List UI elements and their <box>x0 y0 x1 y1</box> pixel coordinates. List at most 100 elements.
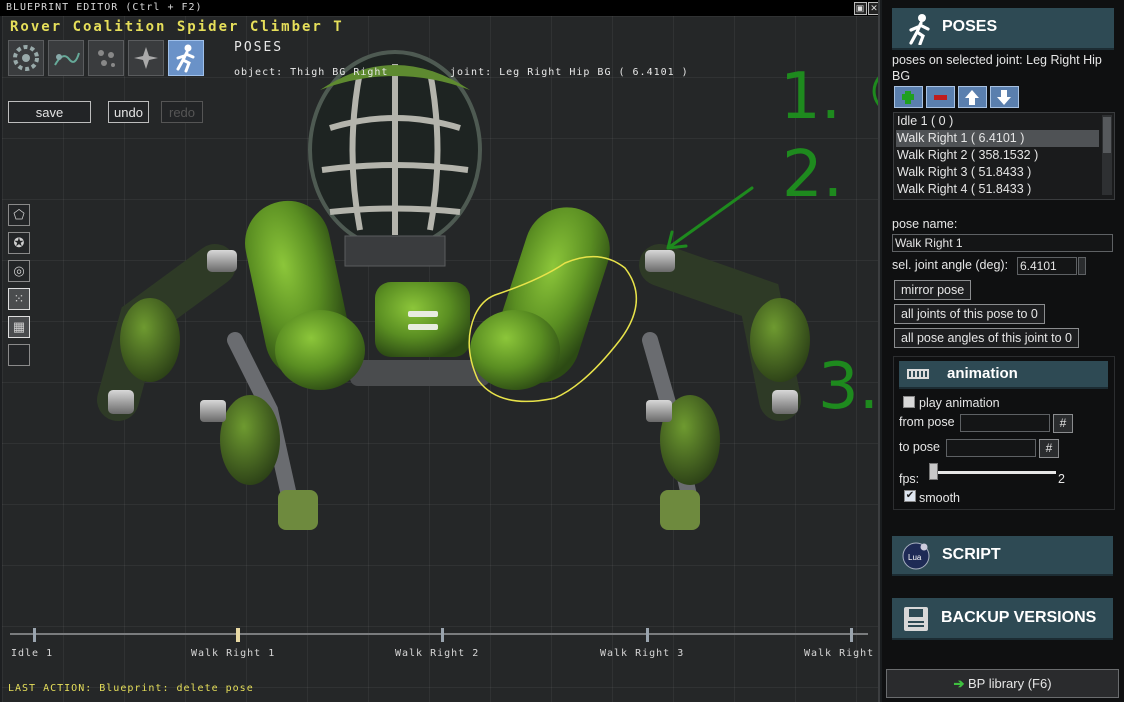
underside <box>350 360 490 386</box>
star-circle-tool-button[interactable]: ✪ <box>8 232 30 254</box>
blueprint-editor-window: BLUEPRINT EDITOR (Ctrl + F2) ▣ ✕ 1. 2. 3… <box>0 0 880 702</box>
gear-icon <box>13 45 39 71</box>
annotation-3: 3. <box>818 350 880 424</box>
object-label: object: Thigh BG Right <box>234 67 389 78</box>
timeline-label[interactable]: Walk Right 1 <box>191 648 275 659</box>
editor-border <box>878 0 880 702</box>
selected-joint-label: poses on selected joint: Leg Right Hip <box>892 53 1102 67</box>
neck-mount <box>344 235 446 267</box>
fps-slider-track[interactable] <box>930 471 1056 474</box>
to-pose-label: to pose <box>899 440 941 454</box>
pentagon-tool-button[interactable]: ⬠ <box>8 204 30 226</box>
timeline-track[interactable] <box>10 633 868 635</box>
from-pose-input[interactable] <box>960 414 1050 432</box>
to-pose-pick-button[interactable]: # <box>1039 439 1059 458</box>
script-section-title: SCRIPT <box>942 546 1001 563</box>
back-left-thigh <box>120 298 180 382</box>
pose-list-item[interactable]: Walk Right 3 ( 51.8433 ) <box>896 164 1099 181</box>
left-knee-joint <box>200 400 226 422</box>
pose-list-item-selected[interactable]: Walk Right 1 ( 6.4101 ) <box>896 130 1099 147</box>
mode-button-particles[interactable] <box>88 40 124 76</box>
bp-library-label: BP library (F6) <box>967 676 1052 691</box>
timeline-label[interactable]: Walk Right 3 <box>600 648 684 659</box>
pose-list-item[interactable]: Idle 1 ( 0 ) <box>896 113 1099 130</box>
move-pose-down-button[interactable] <box>990 86 1019 108</box>
timeline-keyframe[interactable] <box>441 628 444 642</box>
pose-list-item[interactable]: Walk Right 2 ( 358.1532 ) <box>896 147 1099 164</box>
right-foot <box>660 490 700 530</box>
poses-section-header[interactable]: POSES <box>892 8 1114 50</box>
play-animation-label: play animation <box>919 396 1000 410</box>
right-knee-joint <box>646 400 672 422</box>
mode-button-gear[interactable] <box>8 40 44 76</box>
mirror-pose-button[interactable]: mirror pose <box>894 280 972 300</box>
blueprint-title: Rover Coalition Spider Climber T <box>10 19 344 35</box>
timeline-label[interactable]: Walk Right 4 <box>804 648 878 659</box>
timeline-label[interactable]: Idle 1 <box>11 648 53 659</box>
right-hip-joint <box>645 250 675 272</box>
from-pose-pick-button[interactable]: # <box>1053 414 1073 433</box>
animation-section-header[interactable]: animation <box>899 361 1108 389</box>
joint-angle-spinner[interactable] <box>1078 257 1086 275</box>
mode-button-poses[interactable] <box>168 40 204 76</box>
target-icon: ◎ <box>13 263 25 278</box>
arrow-right-icon: ➔ <box>953 676 965 691</box>
left-hip-joint <box>207 250 237 272</box>
zero-joints-button[interactable]: all joints of this pose to 0 <box>894 304 1045 324</box>
left-foot <box>278 490 318 530</box>
grid-tool-button[interactable]: ▦ <box>8 316 30 338</box>
left-calf <box>220 395 280 485</box>
mode-heading: POSES <box>234 40 284 55</box>
remove-pose-button[interactable] <box>926 86 955 108</box>
fps-slider-thumb[interactable] <box>929 463 938 480</box>
backup-section-header[interactable]: BACKUP VERSIONS <box>892 598 1113 640</box>
star-circle-icon: ✪ <box>13 235 25 250</box>
pose-list-item[interactable]: Walk Right 4 ( 51.8433 ) <box>896 181 1099 198</box>
smooth-checkbox[interactable]: ✔ <box>904 490 916 502</box>
plus-icon <box>902 91 914 104</box>
add-pose-button[interactable] <box>894 86 923 108</box>
check-icon: ✔ <box>905 490 915 501</box>
poses-section-title: POSES <box>942 18 998 35</box>
play-animation-checkbox[interactable] <box>903 396 915 408</box>
pentagon-icon: ⬠ <box>13 207 25 222</box>
from-pose-label: from pose <box>899 415 955 429</box>
backup-section-title: BACKUP VERSIONS <box>941 609 1097 626</box>
animation-title: animation <box>947 365 1018 382</box>
mode-button-wire[interactable] <box>48 40 84 76</box>
pose-list[interactable]: Idle 1 ( 0 ) Walk Right 1 ( 6.4101 ) Wal… <box>893 112 1115 200</box>
mode-button-star[interactable] <box>128 40 164 76</box>
timeline-label[interactable]: Walk Right 2 <box>395 648 479 659</box>
dots-icon: ⁙ <box>13 291 25 306</box>
dots-tool-button[interactable]: ⁙ <box>8 288 30 310</box>
bp-library-button[interactable]: ➔ BP library (F6) <box>886 669 1119 698</box>
script-section-header[interactable]: Lua SCRIPT <box>892 536 1113 576</box>
scrollbar-thumb[interactable] <box>1103 117 1111 153</box>
joint-label: joint: Leg Right Hip BG ( 6.4101 ) <box>450 67 689 78</box>
undo-button[interactable]: undo <box>108 101 149 123</box>
timeline-keyframe-selected[interactable] <box>236 628 240 642</box>
timeline-keyframe[interactable] <box>850 628 853 642</box>
pose-walk-icon <box>176 44 195 73</box>
to-pose-input[interactable] <box>946 439 1036 457</box>
pose-name-label: pose name: <box>892 217 958 231</box>
torso <box>375 282 470 357</box>
target-tool-button[interactable]: ◎ <box>8 260 30 282</box>
zero-angles-button[interactable]: all pose angles of this joint to 0 <box>894 328 1079 348</box>
back-right-foot <box>772 390 798 414</box>
redo-button[interactable]: redo <box>161 101 203 123</box>
joint-angle-input[interactable]: 6.4101 <box>1017 257 1077 275</box>
move-pose-up-button[interactable] <box>958 86 987 108</box>
pose-name-input[interactable]: Walk Right 1 <box>892 234 1113 252</box>
torso-light-bottom <box>408 324 438 330</box>
blank-tool-button[interactable] <box>8 344 30 366</box>
timeline-keyframe[interactable] <box>33 628 36 642</box>
timeline-keyframe[interactable] <box>646 628 649 642</box>
right-hip-bulb <box>470 310 560 390</box>
save-button[interactable]: save <box>8 101 91 123</box>
torso-light-top <box>408 311 438 317</box>
fps-value: 2 <box>1058 472 1065 486</box>
fps-label: fps: <box>899 472 920 486</box>
arrow-down-icon <box>997 90 1011 105</box>
pose-list-scrollbar[interactable] <box>1102 115 1112 195</box>
